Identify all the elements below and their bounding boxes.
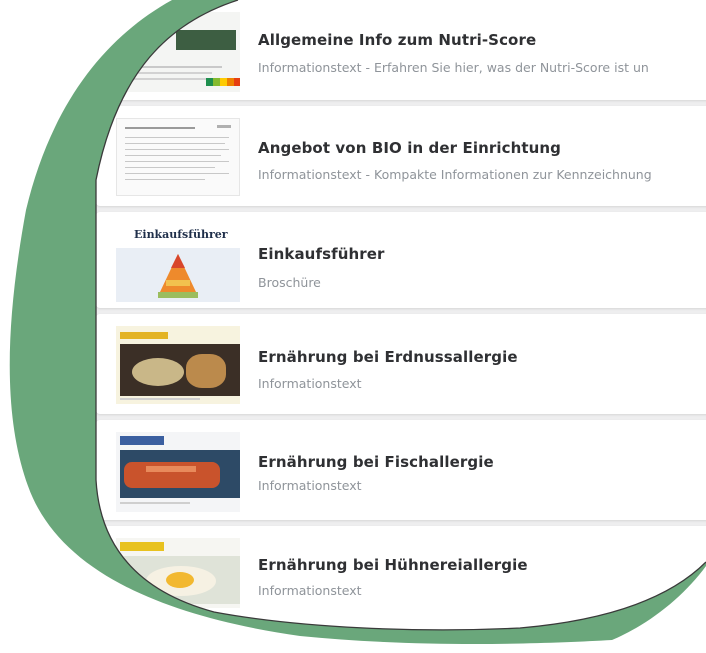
item-subtitle: Broschüre bbox=[258, 275, 321, 290]
item-title: Einkaufsführer bbox=[258, 245, 385, 263]
item-subtitle: Informationstext - Kompakte Informatione… bbox=[258, 167, 652, 182]
list-item[interactable]: Angebot von BIO in der Einrichtung Infor… bbox=[96, 106, 706, 206]
list-item[interactable]: Einkaufsführer Einkaufsführer Broschüre bbox=[96, 212, 706, 308]
item-title: Ernährung bei Hühnereiallergie bbox=[258, 556, 528, 574]
item-title: Ernährung bei Fischallergie bbox=[258, 453, 494, 471]
item-subtitle: Informationstext - Erfahren Sie hier, wa… bbox=[258, 60, 649, 75]
item-title: Ernährung bei Erdnussallergie bbox=[258, 348, 518, 366]
text-document-thumbnail bbox=[116, 118, 240, 196]
item-subtitle: Informationstext bbox=[258, 376, 362, 391]
item-title: Allgemeine Info zum Nutri-Score bbox=[258, 31, 537, 49]
list-item[interactable]: Ernährung bei Fischallergie Informations… bbox=[96, 420, 706, 520]
fish-thumbnail bbox=[116, 432, 240, 512]
list-item[interactable]: Ernährung bei Erdnussallergie Informatio… bbox=[96, 314, 706, 414]
item-subtitle: Informationstext bbox=[258, 583, 362, 598]
food-pyramid-icon bbox=[158, 252, 198, 300]
item-title: Angebot von BIO in der Einrichtung bbox=[258, 139, 562, 157]
brochure-title-text: Einkaufsführer bbox=[134, 228, 228, 241]
item-subtitle: Informationstext bbox=[258, 478, 362, 493]
peanut-thumbnail bbox=[116, 326, 240, 404]
brochure-thumbnail: Einkaufsführer bbox=[116, 218, 240, 302]
